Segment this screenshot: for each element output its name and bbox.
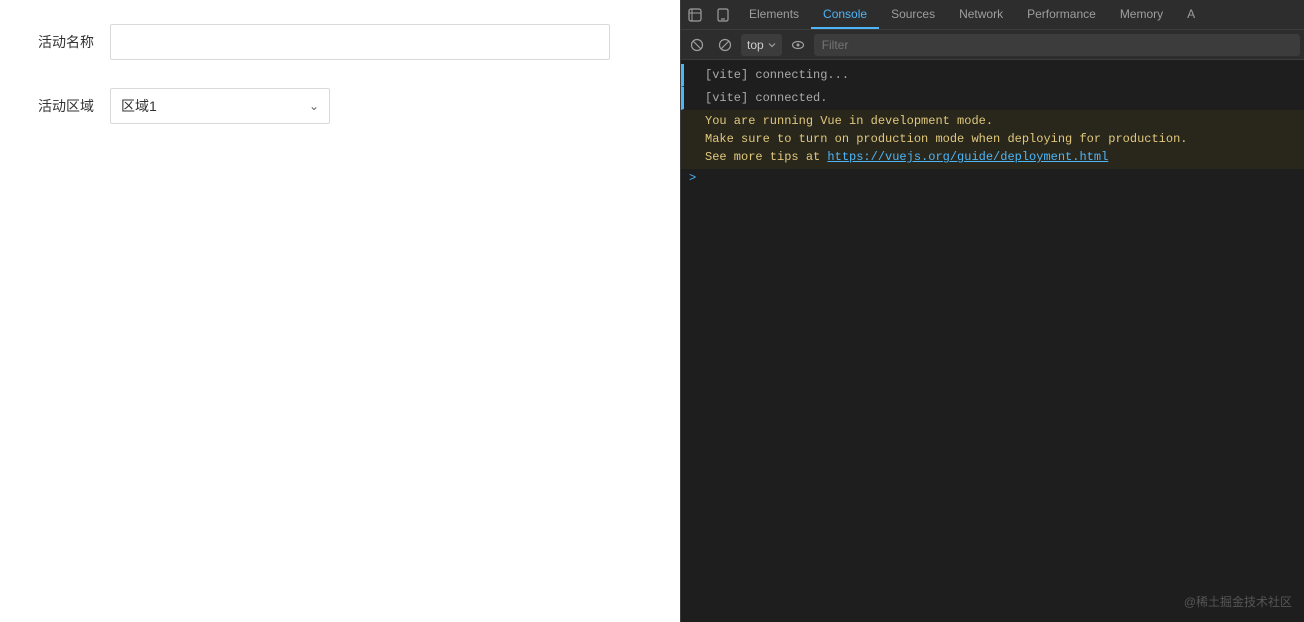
top-context-selector[interactable]: top [741, 34, 782, 56]
devtools-toolbar2: top [681, 30, 1304, 60]
devtools-tabs: Elements Console Sources Network Perform… [737, 0, 1304, 29]
top-selector-label: top [747, 38, 764, 52]
device-toolbar-icon[interactable] [709, 0, 737, 30]
console-prompt-row: > [681, 169, 1304, 187]
input-activity-name[interactable] [110, 24, 610, 60]
console-output[interactable]: [vite] connecting... [vite] connected. Y… [681, 60, 1304, 622]
left-panel: 活动名称 活动区域 区域1 ⌄ [0, 0, 680, 622]
block-icon[interactable] [713, 33, 737, 57]
console-line-vue-warning: You are running Vue in development mode.… [681, 110, 1304, 169]
form-row-name: 活动名称 [30, 24, 650, 60]
console-prompt-icon: > [689, 171, 696, 185]
tab-memory[interactable]: Memory [1108, 0, 1175, 29]
vue-deployment-link[interactable]: https://vuejs.org/guide/deployment.html [827, 150, 1108, 164]
select-value: 区域1 [121, 96, 309, 116]
form-row-region: 活动区域 区域1 ⌄ [30, 88, 650, 124]
console-filter-input[interactable] [814, 34, 1300, 56]
console-line-vite-connecting: [vite] connecting... [681, 64, 1304, 87]
tab-performance[interactable]: Performance [1015, 0, 1108, 29]
devtools-toolbar: Elements Console Sources Network Perform… [681, 0, 1304, 30]
label-activity-region: 活动区域 [30, 96, 94, 116]
console-line-vite-connected: [vite] connected. [681, 87, 1304, 110]
tab-console[interactable]: Console [811, 0, 879, 29]
inspect-icon[interactable] [681, 0, 709, 30]
devtools-panel: Elements Console Sources Network Perform… [680, 0, 1304, 622]
tab-sources[interactable]: Sources [879, 0, 947, 29]
tab-network[interactable]: Network [947, 0, 1015, 29]
tab-elements[interactable]: Elements [737, 0, 811, 29]
select-activity-region[interactable]: 区域1 ⌄ [110, 88, 330, 124]
eye-icon[interactable] [786, 33, 810, 57]
tab-more[interactable]: A [1175, 0, 1207, 29]
chevron-down-icon: ⌄ [309, 99, 319, 113]
clear-console-icon[interactable] [685, 33, 709, 57]
label-activity-name: 活动名称 [30, 32, 94, 52]
